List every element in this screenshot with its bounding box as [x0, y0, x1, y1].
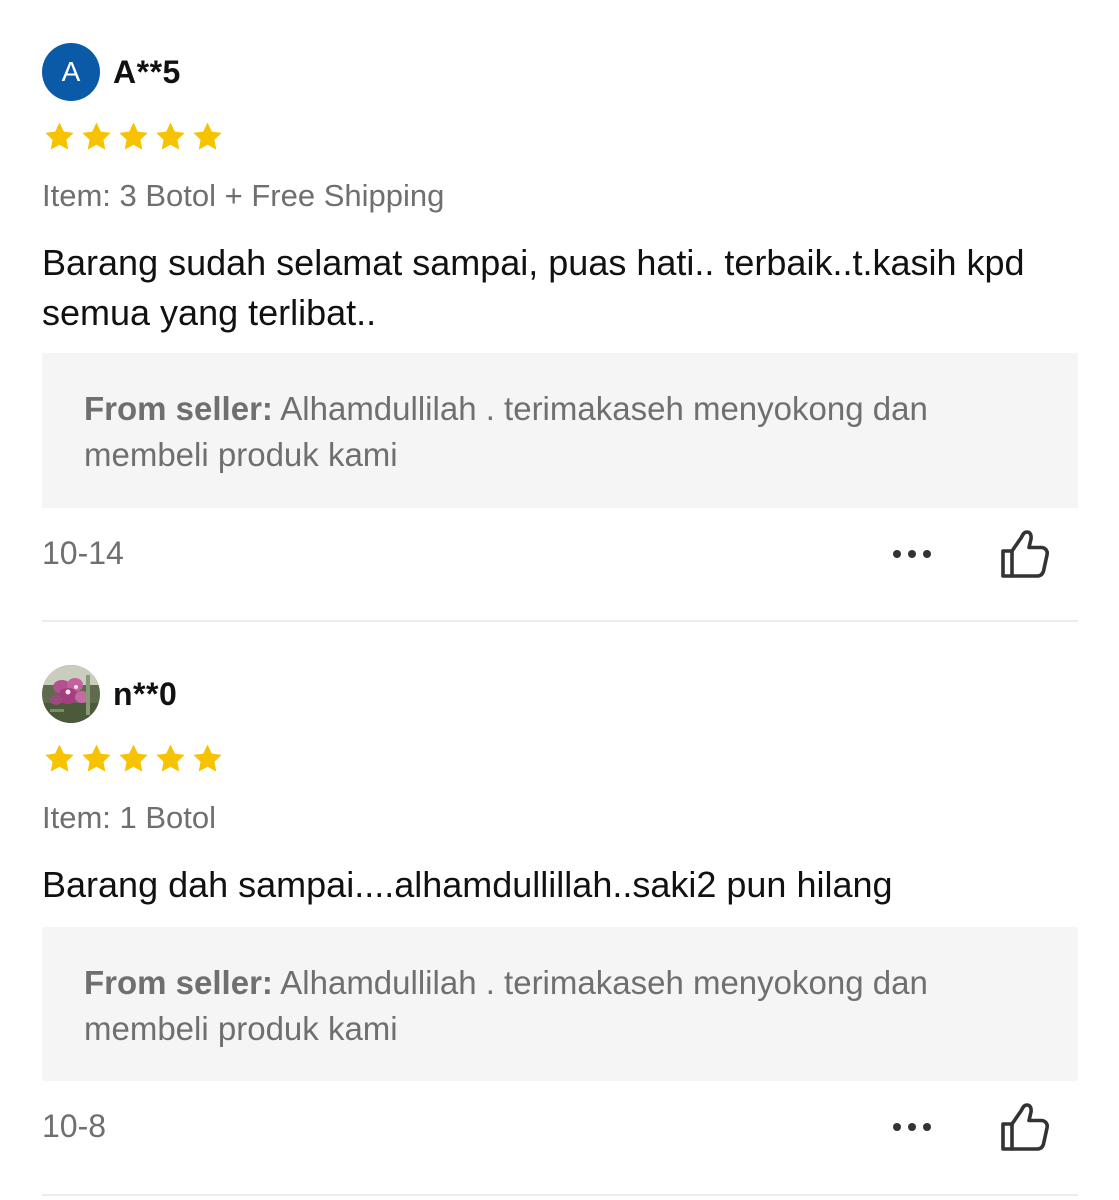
star-rating	[42, 120, 225, 154]
star-icon	[156, 122, 185, 150]
seller-reply-box: From seller: Alhamdullilah . terimakaseh…	[42, 353, 1078, 508]
review-card: n**0 Item: 1 Botol Barang dah sampai....…	[0, 622, 1119, 1200]
reviewer-row: n**0	[42, 665, 177, 723]
star-icon	[45, 122, 74, 150]
more-dot	[923, 1123, 931, 1131]
flower-photo-image	[42, 665, 100, 723]
avatar[interactable]	[42, 665, 100, 723]
reviewer-name: A**5	[113, 53, 181, 90]
review-card: A A**5 Item: 3 Botol + Free Shipping Bar…	[0, 0, 1119, 622]
star-icon	[82, 122, 111, 150]
review-date: 10-8	[42, 1108, 107, 1144]
review-date: 10-14	[42, 535, 124, 571]
more-dot	[908, 1123, 916, 1131]
review-divider	[42, 1194, 1078, 1196]
thumbs-up-icon[interactable]	[998, 1100, 1052, 1154]
star-icon	[119, 122, 148, 150]
item-variant: Item: 1 Botol	[42, 800, 217, 835]
star-icon	[193, 744, 222, 772]
star-icon	[82, 744, 111, 772]
more-options-button[interactable]	[884, 539, 940, 569]
more-options-button[interactable]	[884, 1112, 940, 1142]
seller-reply-label: From seller:	[84, 390, 273, 427]
avatar[interactable]: A	[42, 43, 100, 101]
star-icon	[45, 744, 74, 772]
seller-reply-label: From seller:	[84, 964, 273, 1001]
more-dots-icon	[893, 1123, 901, 1131]
thumbs-up-icon[interactable]	[998, 527, 1052, 581]
review-text: Barang sudah selamat sampai, puas hati..…	[42, 242, 1025, 333]
reviews-page: A A**5 Item: 3 Botol + Free Shipping Bar…	[0, 0, 1119, 1200]
seller-reply-box: From seller: Alhamdullilah . terimakaseh…	[42, 927, 1078, 1081]
avatar-initial: A	[61, 56, 81, 87]
more-dots-icon	[893, 550, 901, 558]
star-icon	[156, 744, 185, 772]
star-icon	[193, 122, 222, 150]
star-icon	[119, 744, 148, 772]
star-rating	[42, 742, 225, 776]
more-dot	[908, 550, 916, 558]
reviewer-name: n**0	[113, 675, 178, 712]
more-dot	[923, 550, 931, 558]
review-text: Barang dah sampai....alhamdullillah..sak…	[42, 864, 893, 905]
item-variant: Item: 3 Botol + Free Shipping	[42, 178, 445, 213]
reviewer-row: A A**5	[42, 43, 181, 101]
